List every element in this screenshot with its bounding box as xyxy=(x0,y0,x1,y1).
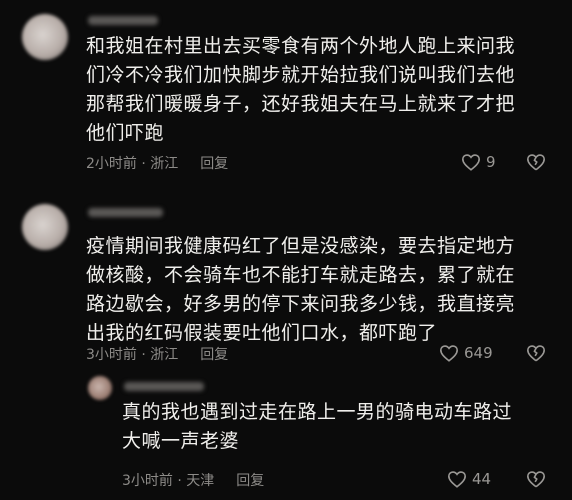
comment-text: 疫情期间我健康码红了但是没感染，要去指定地方 做核酸，不会骑车也不能打车就走路去… xyxy=(86,235,516,344)
reply-comment: 真的我也遇到过走在路上一男的骑电动车路过 大喊一声老婆 3小时前 · 天津 回复… xyxy=(0,370,572,500)
time-location: 3小时前 · 天津 xyxy=(122,473,215,489)
reply-button[interactable]: 回复 xyxy=(236,470,264,490)
like-button[interactable]: 649 xyxy=(439,344,493,362)
heart-outline-icon xyxy=(439,345,459,362)
comment-2: 疫情期间我健康码红了但是没感染，要去指定地方 做核酸，不会骑车也不能打车就走路去… xyxy=(0,190,572,370)
username-blurred[interactable] xyxy=(88,208,163,217)
username-blurred[interactable] xyxy=(124,382,204,391)
time-location: 2小时前 · 浙江 xyxy=(86,156,179,172)
broken-heart-outline-icon xyxy=(526,471,545,488)
comment-meta: 3小时前 · 天津 回复 xyxy=(122,470,264,490)
comment-text: 真的我也遇到过走在路上一男的骑电动车路过 大喊一声老婆 xyxy=(122,401,513,452)
avatar[interactable] xyxy=(22,204,68,250)
dislike-button[interactable] xyxy=(526,153,546,171)
broken-heart-outline-icon xyxy=(526,154,545,171)
reply-button[interactable]: 回复 xyxy=(200,344,228,364)
dislike-button[interactable] xyxy=(526,344,546,362)
username-blurred[interactable] xyxy=(88,16,158,25)
like-button[interactable]: 44 xyxy=(447,470,491,488)
heart-outline-icon xyxy=(461,154,481,171)
avatar[interactable] xyxy=(22,14,68,60)
comment-meta: 2小时前 · 浙江 回复 xyxy=(86,153,228,173)
broken-heart-outline-icon xyxy=(526,345,545,362)
reply-button[interactable]: 回复 xyxy=(200,153,228,173)
comment-meta: 3小时前 · 浙江 回复 xyxy=(86,344,228,364)
avatar[interactable] xyxy=(88,376,112,400)
like-count: 44 xyxy=(472,470,492,488)
like-count: 9 xyxy=(486,153,496,171)
like-button[interactable]: 9 xyxy=(461,153,496,171)
comment-text: 和我姐在村里出去买零食有两个外地人跑上来问我 们冷不冷我们加快脚步就开始拉我们说… xyxy=(86,35,516,144)
dislike-button[interactable] xyxy=(526,470,546,488)
like-count: 649 xyxy=(464,344,493,362)
time-location: 3小时前 · 浙江 xyxy=(86,347,179,363)
heart-outline-icon xyxy=(447,471,467,488)
comment-1: 和我姐在村里出去买零食有两个外地人跑上来问我 们冷不冷我们加快脚步就开始拉我们说… xyxy=(0,0,572,190)
